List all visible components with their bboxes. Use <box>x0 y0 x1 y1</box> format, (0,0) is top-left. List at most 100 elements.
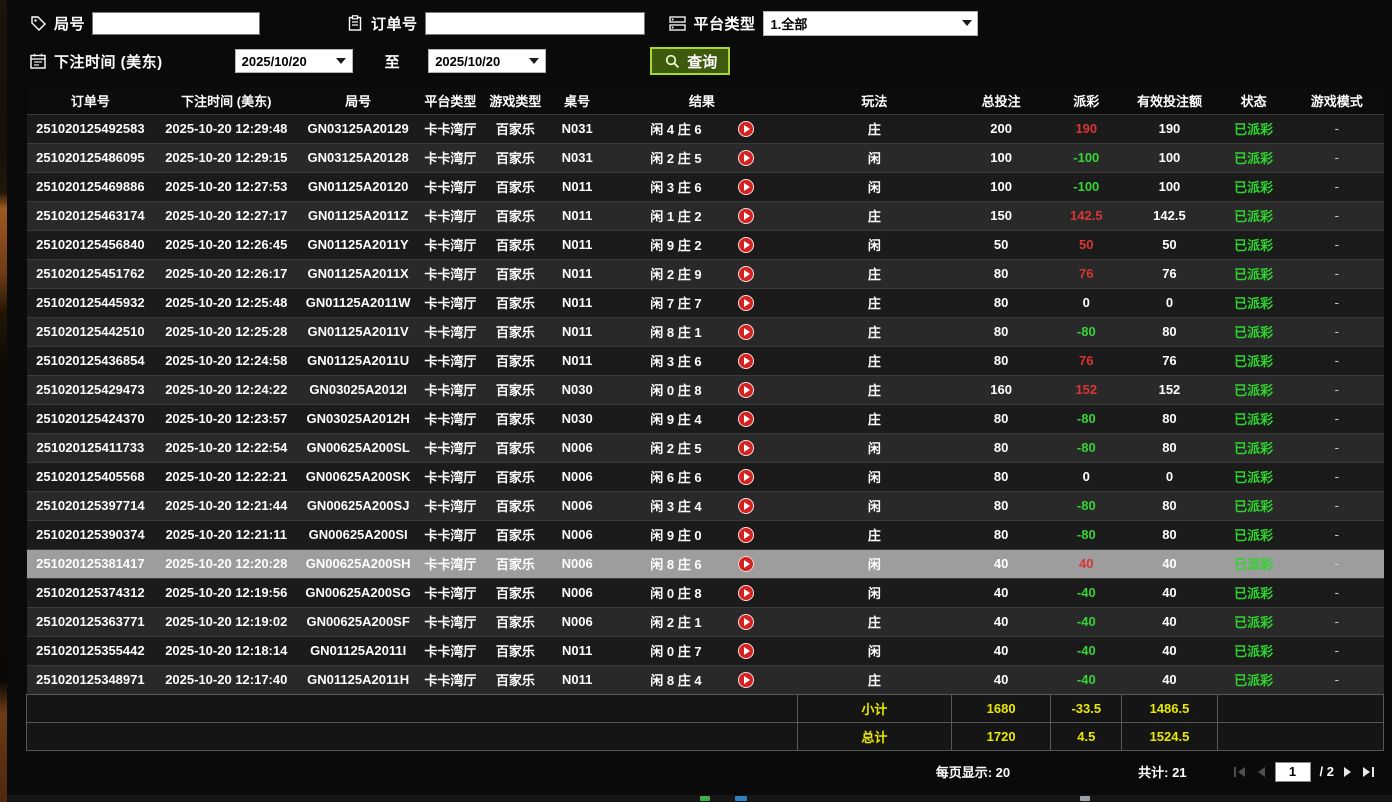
cell-play: 闲 <box>797 432 952 462</box>
play-icon[interactable] <box>737 265 754 282</box>
table-row[interactable]: 251020125355442 2025-10-20 12:18:14 GN01… <box>26 635 1384 665</box>
play-icon[interactable] <box>737 294 754 311</box>
cell-result: 闲 9 庄 2 <box>606 229 798 259</box>
round-number-input[interactable] <box>92 11 261 35</box>
table-row[interactable]: 251020125411733 2025-10-20 12:22:54 GN00… <box>26 432 1384 462</box>
cell-platform: 卡卡湾厅 <box>417 316 483 346</box>
table-row[interactable]: 251020125363771 2025-10-20 12:19:02 GN00… <box>26 606 1384 636</box>
cell-total-bet: 80 <box>951 519 1051 549</box>
cell-payout: 152 <box>1050 374 1122 404</box>
search-icon <box>663 52 681 70</box>
cell-result: 闲 7 庄 7 <box>606 287 798 317</box>
table-row[interactable]: 251020125397714 2025-10-20 12:21:44 GN00… <box>26 490 1384 520</box>
query-button[interactable]: 查询 <box>650 47 731 75</box>
play-icon[interactable] <box>737 120 754 137</box>
cell-play: 庄 <box>797 664 952 694</box>
cell-payout: -80 <box>1050 490 1122 520</box>
last-page-button[interactable] <box>1362 766 1376 778</box>
page-number-input[interactable] <box>1274 761 1311 782</box>
cell-order-id: 251020125469886 <box>26 171 155 201</box>
cell-payout: 190 <box>1050 113 1122 143</box>
play-icon[interactable] <box>737 410 754 427</box>
cell-status: 已派彩 <box>1217 635 1291 665</box>
play-icon[interactable] <box>737 381 754 398</box>
play-icon[interactable] <box>737 613 754 630</box>
result-text: 闲 2 庄 5 <box>650 151 702 166</box>
table-row[interactable]: 251020125469886 2025-10-20 12:27:53 GN01… <box>26 171 1384 201</box>
play-icon[interactable] <box>737 497 754 514</box>
play-icon[interactable] <box>737 526 754 543</box>
cell-play: 庄 <box>797 403 952 433</box>
table-row[interactable]: 251020125424370 2025-10-20 12:23:57 GN03… <box>26 403 1384 433</box>
cell-play: 庄 <box>797 258 952 288</box>
play-icon[interactable] <box>737 468 754 485</box>
play-icon[interactable] <box>737 584 754 601</box>
result-text: 闲 2 庄 1 <box>650 615 702 630</box>
play-icon[interactable] <box>737 671 754 688</box>
cell-order-id: 251020125445932 <box>26 287 155 317</box>
cell-total-bet: 160 <box>951 374 1051 404</box>
play-icon[interactable] <box>737 439 754 456</box>
table-row[interactable]: 251020125456840 2025-10-20 12:26:45 GN01… <box>26 229 1384 259</box>
cell-valid-bet: 40 <box>1121 635 1218 665</box>
table-row[interactable]: 251020125451762 2025-10-20 12:26:17 GN01… <box>26 258 1384 288</box>
cell-round: GN00625A200SG <box>298 577 418 607</box>
result-text: 闲 0 庄 8 <box>650 586 702 601</box>
table-row[interactable]: 251020125436854 2025-10-20 12:24:58 GN01… <box>26 345 1384 375</box>
play-icon[interactable] <box>737 352 754 369</box>
play-icon[interactable] <box>737 178 754 195</box>
col-header-valid-bet: 有效投注额 <box>1121 88 1218 114</box>
table-row[interactable]: 251020125445932 2025-10-20 12:25:48 GN01… <box>26 287 1384 317</box>
platform-type-select[interactable]: 1.全部 <box>762 10 978 36</box>
date-from-picker[interactable]: 2025/10/20 <box>234 49 353 73</box>
cell-payout: -80 <box>1050 316 1122 346</box>
cell-order-id: 251020125442510 <box>26 316 155 346</box>
table-row[interactable]: 251020125405568 2025-10-20 12:22:21 GN00… <box>26 461 1384 491</box>
play-icon[interactable] <box>737 149 754 166</box>
play-icon[interactable] <box>737 323 754 340</box>
cell-game-mode: - <box>1290 577 1384 607</box>
result-text: 闲 9 庄 2 <box>650 238 702 253</box>
cell-order-id: 251020125436854 <box>26 345 155 375</box>
cell-valid-bet: 80 <box>1121 316 1218 346</box>
table-row[interactable]: 251020125381417 2025-10-20 12:20:28 GN00… <box>26 548 1384 578</box>
cell-result: 闲 0 庄 7 <box>606 635 798 665</box>
date-to-picker[interactable]: 2025/10/20 <box>428 49 547 73</box>
play-icon[interactable] <box>737 642 754 659</box>
result-text: 闲 1 庄 2 <box>650 209 702 224</box>
tag-icon <box>29 14 47 32</box>
cell-play: 庄 <box>797 345 952 375</box>
play-icon[interactable] <box>737 236 754 253</box>
table-row[interactable]: 251020125390374 2025-10-20 12:21:11 GN00… <box>26 519 1384 549</box>
cell-payout: -40 <box>1050 606 1122 636</box>
cell-order-id: 251020125348971 <box>26 664 155 694</box>
cell-platform: 卡卡湾厅 <box>417 229 483 259</box>
cell-result: 闲 3 庄 4 <box>606 490 798 520</box>
col-header-platform: 平台类型 <box>417 88 483 114</box>
cell-play: 庄 <box>797 200 952 230</box>
play-icon[interactable] <box>737 207 754 224</box>
cell-platform: 卡卡湾厅 <box>417 403 483 433</box>
table-row[interactable]: 251020125463174 2025-10-20 12:27:17 GN01… <box>26 200 1384 230</box>
table-row[interactable]: 251020125374312 2025-10-20 12:19:56 GN00… <box>26 577 1384 607</box>
cell-game-mode: - <box>1290 316 1384 346</box>
grand-total-total-bet: 1720 <box>950 721 1052 751</box>
table-row[interactable]: 251020125492583 2025-10-20 12:29:48 GN03… <box>26 113 1384 143</box>
cell-table-no: N011 <box>547 171 607 201</box>
order-number-input[interactable] <box>424 11 645 35</box>
play-icon[interactable] <box>737 555 754 572</box>
cell-play: 庄 <box>797 606 952 636</box>
next-page-button[interactable] <box>1343 766 1353 778</box>
prev-page-button[interactable] <box>1256 766 1266 778</box>
table-row[interactable]: 251020125429473 2025-10-20 12:24:22 GN03… <box>26 374 1384 404</box>
cell-table-no: N011 <box>547 258 607 288</box>
cell-valid-bet: 80 <box>1121 490 1218 520</box>
cell-round: GN00625A200SH <box>298 548 418 578</box>
cell-play: 闲 <box>797 635 952 665</box>
table-row[interactable]: 251020125486095 2025-10-20 12:29:15 GN03… <box>26 142 1384 172</box>
cell-table-no: N006 <box>547 490 607 520</box>
table-row[interactable]: 251020125348971 2025-10-20 12:17:40 GN01… <box>26 664 1384 694</box>
total-count-label: 共计: 21 <box>1138 765 1187 780</box>
table-row[interactable]: 251020125442510 2025-10-20 12:25:28 GN01… <box>26 316 1384 346</box>
first-page-button[interactable] <box>1233 766 1247 778</box>
